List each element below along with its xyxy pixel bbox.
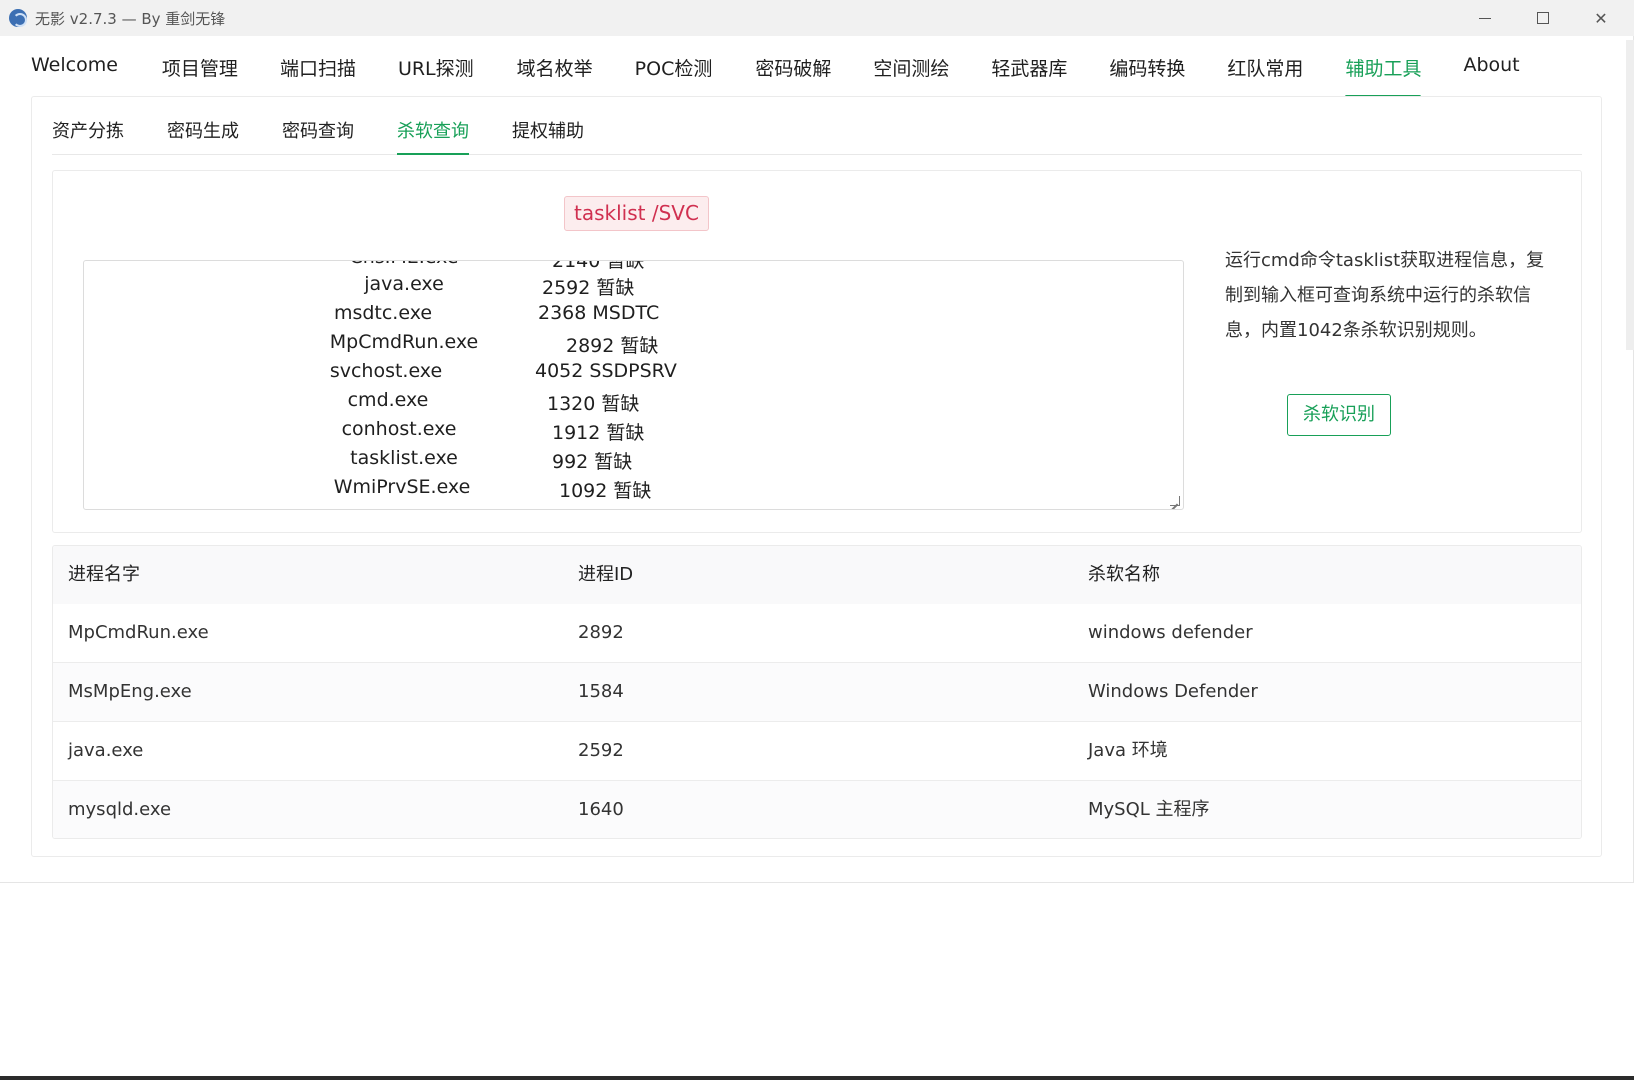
- subtab-privesc[interactable]: 提权辅助: [512, 117, 584, 154]
- tab-welcome[interactable]: Welcome: [31, 54, 118, 98]
- tab-space-mapping[interactable]: 空间测绘: [873, 54, 949, 98]
- table-row: MsMpEng.exe 1584 Windows Defender: [53, 663, 1581, 722]
- input-line: java.exe 2592 暂缺: [364, 273, 635, 299]
- minimize-icon: [1479, 17, 1491, 19]
- cell-av-name: MySQL 主程序: [1088, 799, 1210, 820]
- maximize-button[interactable]: [1514, 0, 1572, 36]
- close-button[interactable]: ✕: [1572, 0, 1630, 36]
- maximize-icon: [1537, 12, 1549, 24]
- resize-handle-icon[interactable]: [1170, 496, 1180, 506]
- subtab-password-gen[interactable]: 密码生成: [167, 117, 239, 154]
- input-line: cmd.exe 1320 暂缺: [347, 389, 640, 415]
- header-process-name[interactable]: 进程名字: [53, 546, 140, 604]
- cell-process-name: MpCmdRun.exe: [68, 622, 209, 643]
- tab-about[interactable]: About: [1463, 54, 1519, 98]
- subtab-password-query[interactable]: 密码查询: [282, 117, 354, 154]
- sub-tab-bar: 资产分拣 密码生成 密码查询 杀软查询 提权辅助: [52, 117, 1582, 155]
- cell-av-name: Windows Defender: [1088, 681, 1258, 702]
- cell-process-id: 2892: [578, 622, 624, 643]
- table-header-row: 进程名字 进程ID 杀软名称: [53, 546, 1581, 605]
- subtab-av-query[interactable]: 杀软查询: [397, 117, 469, 155]
- tab-encoding[interactable]: 编码转换: [1109, 54, 1185, 98]
- minimize-button[interactable]: [1456, 0, 1514, 36]
- tab-poc-check[interactable]: POC检测: [635, 54, 713, 98]
- app-window: 无影 v2.7.3 — By 重剑无锋 ✕ Welcome 项目管理 端口扫描 …: [0, 0, 1634, 883]
- tab-password-crack[interactable]: 密码破解: [755, 54, 831, 98]
- input-line: conhost.exe 1912 暂缺: [341, 418, 645, 444]
- taskbar-edge: [0, 1076, 1634, 1080]
- result-table: 进程名字 进程ID 杀软名称 MpCmdRun.exe 2892 windows…: [52, 545, 1582, 839]
- main-tab-bar: Welcome 项目管理 端口扫描 URL探测 域名枚举 POC检测 密码破解 …: [31, 54, 1520, 98]
- detect-av-button[interactable]: 杀软识别: [1287, 394, 1391, 436]
- cell-av-name: Java 环境: [1088, 740, 1168, 761]
- tab-url-probe[interactable]: URL探测: [398, 54, 474, 98]
- table-row: java.exe 2592 Java 环境: [53, 722, 1581, 781]
- close-icon: ✕: [1594, 8, 1608, 28]
- subtab-asset-sort[interactable]: 资产分拣: [52, 117, 124, 154]
- header-process-id[interactable]: 进程ID: [563, 546, 633, 604]
- cell-process-name: java.exe: [68, 740, 144, 761]
- av-query-description: 运行cmd命令tasklist获取进程信息，复制到输入框可查询系统中运行的杀软信…: [1225, 250, 1545, 341]
- cell-av-name: windows defender: [1088, 622, 1253, 643]
- header-av-name[interactable]: 杀软名称: [1073, 546, 1160, 604]
- tab-project-management[interactable]: 项目管理: [162, 54, 238, 98]
- cell-process-name: mysqld.exe: [68, 799, 172, 820]
- title-bar: 无影 v2.7.3 — By 重剑无锋 ✕: [0, 0, 1634, 36]
- input-line: WmiPrvSE.exe 1092 暂缺: [333, 476, 652, 502]
- tab-aux-tools[interactable]: 辅助工具: [1345, 54, 1422, 98]
- aux-tools-panel: 资产分拣 密码生成 密码查询 杀软查询 提权辅助 tasklist /SVC C…: [31, 96, 1602, 857]
- cell-process-id: 2592: [578, 740, 624, 761]
- input-line: tasklist.exe 992 暂缺: [350, 447, 633, 473]
- input-line: msdtc.exe 2368 MSDTC: [333, 302, 660, 324]
- input-line: MpCmdRun.exe 2892 暂缺: [329, 331, 659, 357]
- app-logo-icon: [9, 9, 27, 27]
- tab-light-arsenal[interactable]: 轻武器库: [991, 54, 1067, 98]
- window-scrollbar[interactable]: [1626, 40, 1634, 350]
- tab-domain-enum[interactable]: 域名枚举: [517, 54, 593, 98]
- table-row: MpCmdRun.exe 2892 windows defender: [53, 604, 1581, 663]
- input-line: svchost.exe 4052 SSDPSRV: [329, 360, 677, 382]
- tasklist-input[interactable]: ChsIME.exe 2140 暂缺 java.exe 2592 暂缺 msdt…: [83, 260, 1184, 510]
- av-query-card: tasklist /SVC ChsIME.exe 2140 暂缺 java.ex…: [52, 170, 1582, 533]
- cell-process-id: 1584: [578, 681, 624, 702]
- command-tag: tasklist /SVC: [564, 196, 709, 231]
- table-row: mysqld.exe 1640 MySQL 主程序: [53, 781, 1581, 838]
- cell-process-id: 1640: [578, 799, 624, 820]
- tab-red-team[interactable]: 红队常用: [1227, 54, 1303, 98]
- cell-process-name: MsMpEng.exe: [68, 681, 192, 702]
- window-title: 无影 v2.7.3 — By 重剑无锋: [35, 10, 226, 28]
- tab-port-scan[interactable]: 端口扫描: [280, 54, 356, 98]
